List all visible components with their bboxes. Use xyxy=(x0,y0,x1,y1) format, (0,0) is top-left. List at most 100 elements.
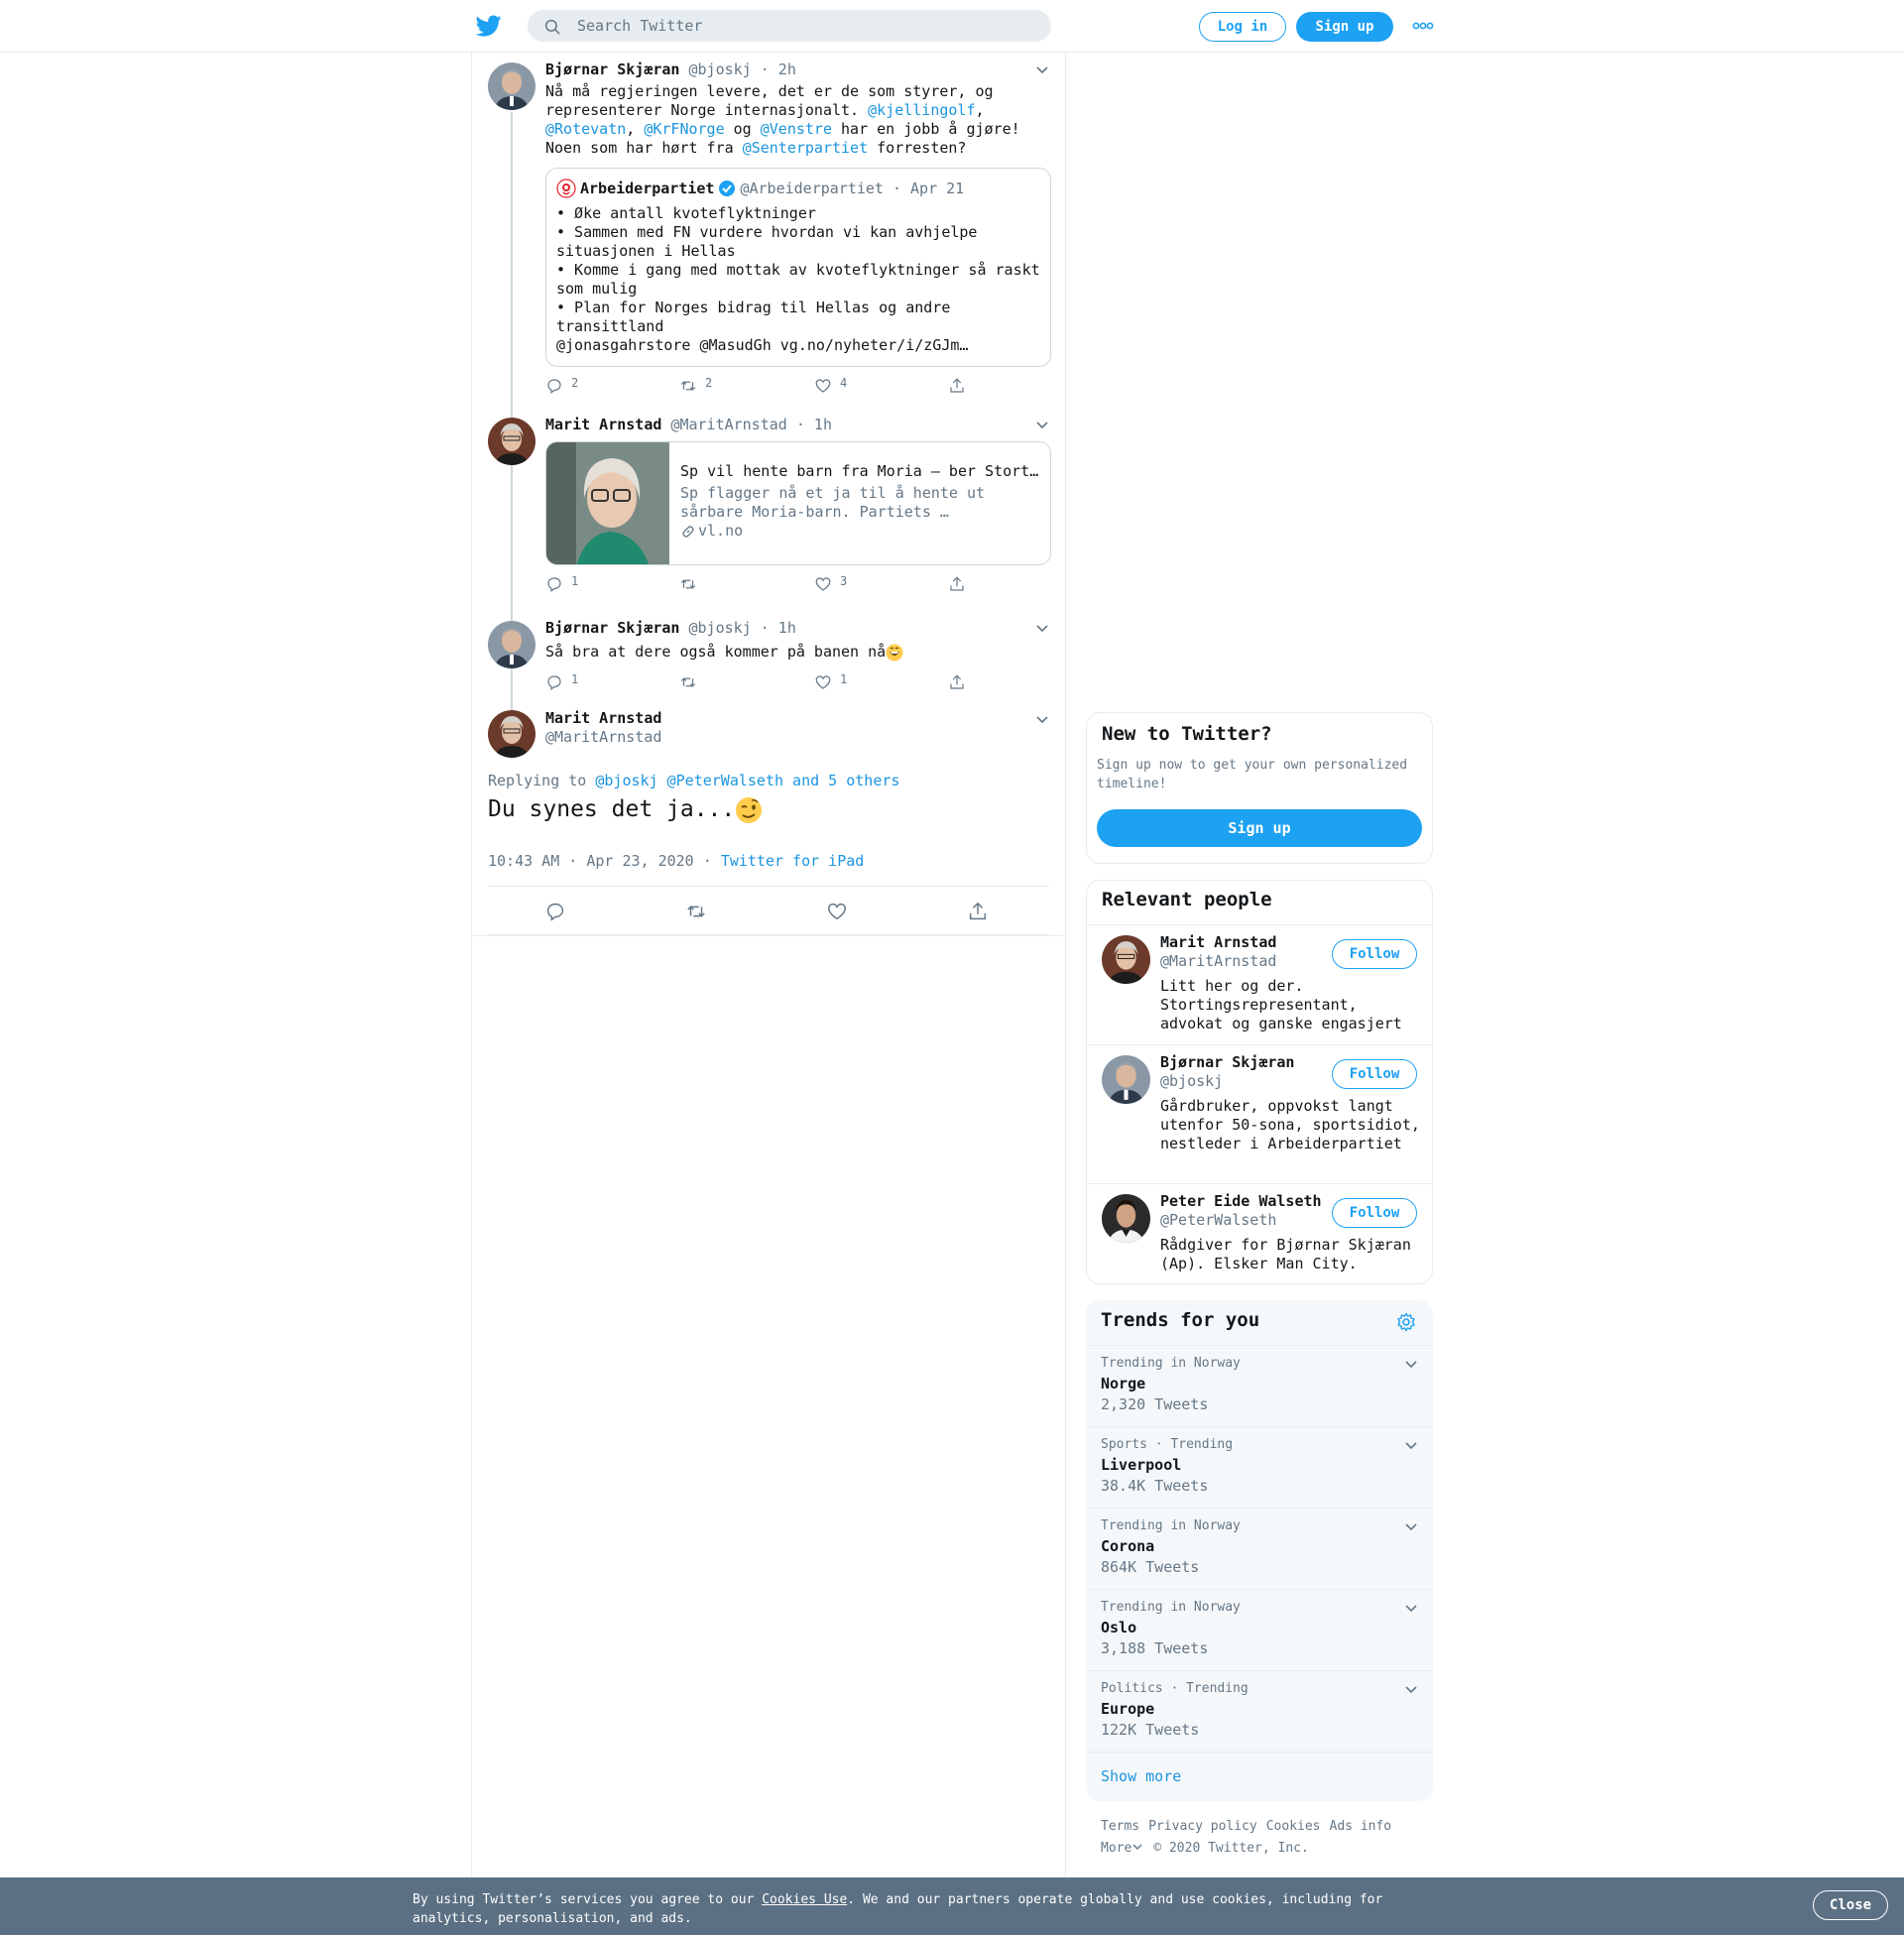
share-action[interactable] xyxy=(948,377,966,395)
person-name[interactable]: Peter Eide Walseth xyxy=(1160,1192,1322,1210)
mention-link[interactable]: @Senterpartiet xyxy=(743,139,868,157)
chevron-down-icon[interactable] xyxy=(1403,1356,1419,1372)
like-action[interactable]: 3 xyxy=(814,575,847,593)
avatar[interactable] xyxy=(488,621,536,668)
tweet-time[interactable]: · 2h xyxy=(761,60,796,78)
show-more-link[interactable]: Show more xyxy=(1101,1767,1181,1785)
trend-item[interactable]: Trending in Norway Corona 864K Tweets xyxy=(1086,1508,1433,1589)
chevron-down-icon[interactable] xyxy=(1403,1681,1419,1697)
person-handle[interactable]: @MaritArnstad xyxy=(1160,952,1276,970)
divider xyxy=(1086,1752,1433,1753)
reply-action[interactable]: 2 xyxy=(545,377,578,395)
avatar[interactable] xyxy=(488,710,536,758)
chevron-down-icon[interactable] xyxy=(1033,619,1051,637)
author-handle[interactable]: @MaritArnstad xyxy=(545,728,1051,747)
footer-link-ads-info[interactable]: Ads info xyxy=(1330,1819,1392,1834)
cookies-use-link[interactable]: Cookies Use xyxy=(762,1892,847,1907)
chevron-down-icon[interactable] xyxy=(1033,710,1051,728)
footer-link-cookies[interactable]: Cookies xyxy=(1266,1819,1321,1834)
search-box[interactable] xyxy=(528,10,1051,42)
person-name[interactable]: Marit Arnstad xyxy=(1160,933,1276,951)
trend-item[interactable]: Trending in Norway Oslo 3,188 Tweets xyxy=(1086,1589,1433,1670)
chevron-down-icon[interactable] xyxy=(1403,1518,1419,1534)
person-item[interactable]: Marit Arnstad @MaritArnstad Litt her og … xyxy=(1087,924,1432,1044)
avatar[interactable] xyxy=(1102,1055,1150,1104)
follow-button[interactable]: Follow xyxy=(1332,1059,1417,1089)
mention-link[interactable]: @Venstre xyxy=(761,120,832,138)
trend-item[interactable]: Politics · Trending Europe 122K Tweets xyxy=(1086,1670,1433,1752)
tweet-source-link[interactable]: Twitter for iPad xyxy=(721,852,865,870)
tweet-time[interactable]: · 1h xyxy=(796,416,832,433)
footer-more-link[interactable]: More xyxy=(1101,1841,1131,1856)
avatar[interactable] xyxy=(488,418,536,465)
quoted-author-name[interactable]: Arbeiderpartiet xyxy=(580,180,714,197)
trend-name[interactable]: Europe xyxy=(1101,1700,1154,1718)
link-preview-card[interactable]: Sp vil hente barn fra Moria – ber Stort…… xyxy=(545,441,1051,565)
person-handle[interactable]: @PeterWalseth xyxy=(1160,1211,1276,1229)
quoted-tweet[interactable]: Arbeiderpartiet @Arbeiderpartiet · Apr 2… xyxy=(545,168,1051,367)
share-action[interactable] xyxy=(948,575,966,593)
follow-button[interactable]: Follow xyxy=(1332,939,1417,969)
retweet-action[interactable] xyxy=(679,673,705,691)
mention-link[interactable]: @kjellingolf xyxy=(868,101,975,119)
author-handle[interactable]: @MaritArnstad xyxy=(670,416,786,433)
trend-item[interactable]: Sports · Trending Liverpool 38.4K Tweets xyxy=(1086,1426,1433,1508)
tweet-timestamp[interactable]: 10:43 AM · Apr 23, 2020 xyxy=(488,852,694,870)
footer-link-privacy[interactable]: Privacy policy xyxy=(1148,1819,1257,1834)
chevron-down-icon[interactable] xyxy=(1033,416,1051,433)
chevron-down-icon[interactable] xyxy=(1033,60,1051,78)
tweet-time[interactable]: · 1h xyxy=(761,619,796,637)
more-options-icon[interactable] xyxy=(1412,18,1434,34)
author-name[interactable]: Marit Arnstad xyxy=(545,416,661,433)
login-button[interactable]: Log in xyxy=(1199,12,1286,42)
search-input[interactable] xyxy=(577,10,1033,42)
avatar[interactable] xyxy=(1102,1194,1150,1243)
reply-action[interactable]: 1 xyxy=(545,575,578,593)
trend-item[interactable]: Trending in Norway Norge 2,320 Tweets xyxy=(1086,1345,1433,1426)
retweet-action[interactable]: 2 xyxy=(679,377,712,395)
quoted-tweet-time[interactable]: · Apr 21 xyxy=(892,180,964,197)
footer-link-terms[interactable]: Terms xyxy=(1101,1819,1139,1834)
share-icon[interactable] xyxy=(967,901,989,922)
like-action[interactable]: 1 xyxy=(814,673,847,691)
chevron-down-icon[interactable] xyxy=(1403,1600,1419,1616)
heart-icon[interactable] xyxy=(826,901,848,922)
follow-button[interactable]: Follow xyxy=(1332,1198,1417,1228)
like-action[interactable]: 4 xyxy=(814,377,847,395)
person-item[interactable]: Peter Eide Walseth @PeterWalseth Rådgive… xyxy=(1087,1183,1432,1284)
author-name[interactable]: Bjørnar Skjæran xyxy=(545,619,679,637)
trend-name[interactable]: Norge xyxy=(1101,1375,1145,1392)
reply-action[interactable]: 1 xyxy=(545,673,578,691)
avatar[interactable] xyxy=(488,62,536,110)
cookie-close-button[interactable]: Close xyxy=(1813,1890,1888,1920)
mention-link[interactable]: @KrFNorge xyxy=(644,120,724,138)
like-count: 4 xyxy=(840,376,848,390)
author-handle[interactable]: @bjoskj xyxy=(689,619,752,637)
author-handle[interactable]: @bjoskj xyxy=(689,60,752,78)
gear-icon[interactable] xyxy=(1396,1312,1416,1332)
replying-targets-link[interactable]: @bjoskj @PeterWalseth and 5 others xyxy=(595,772,899,789)
chevron-down-icon[interactable] xyxy=(1403,1437,1419,1453)
avatar[interactable] xyxy=(1102,935,1150,984)
chevron-down-icon[interactable] xyxy=(1131,1842,1143,1852)
reply-icon[interactable] xyxy=(544,901,566,922)
share-action[interactable] xyxy=(948,673,966,691)
person-item[interactable]: Bjørnar Skjæran @bjoskj Gårdbruker, oppv… xyxy=(1087,1044,1432,1183)
sidebar-signup-button[interactable]: Sign up xyxy=(1097,809,1422,847)
trend-name[interactable]: Liverpool xyxy=(1101,1456,1181,1474)
text-span: forresten? xyxy=(868,139,967,157)
mention-link[interactable]: @Rotevatn xyxy=(545,120,626,138)
retweet-action[interactable] xyxy=(679,575,705,593)
person-name[interactable]: Bjørnar Skjæran xyxy=(1160,1053,1294,1071)
trend-name[interactable]: Oslo xyxy=(1101,1619,1136,1636)
author-name[interactable]: Bjørnar Skjæran xyxy=(545,60,679,78)
winking-emoji-icon xyxy=(736,796,763,823)
quote-line: @jonasgahrstore @MasudGh vg.no/nyheter/i… xyxy=(556,336,969,354)
twitter-bird-icon[interactable] xyxy=(476,13,502,39)
trend-name[interactable]: Corona xyxy=(1101,1537,1154,1555)
quoted-author-handle[interactable]: @Arbeiderpartiet xyxy=(740,180,884,197)
person-handle[interactable]: @bjoskj xyxy=(1160,1072,1223,1090)
signup-button[interactable]: Sign up xyxy=(1296,12,1393,42)
retweet-icon[interactable] xyxy=(685,901,707,922)
author-name[interactable]: Marit Arnstad xyxy=(545,708,1051,728)
